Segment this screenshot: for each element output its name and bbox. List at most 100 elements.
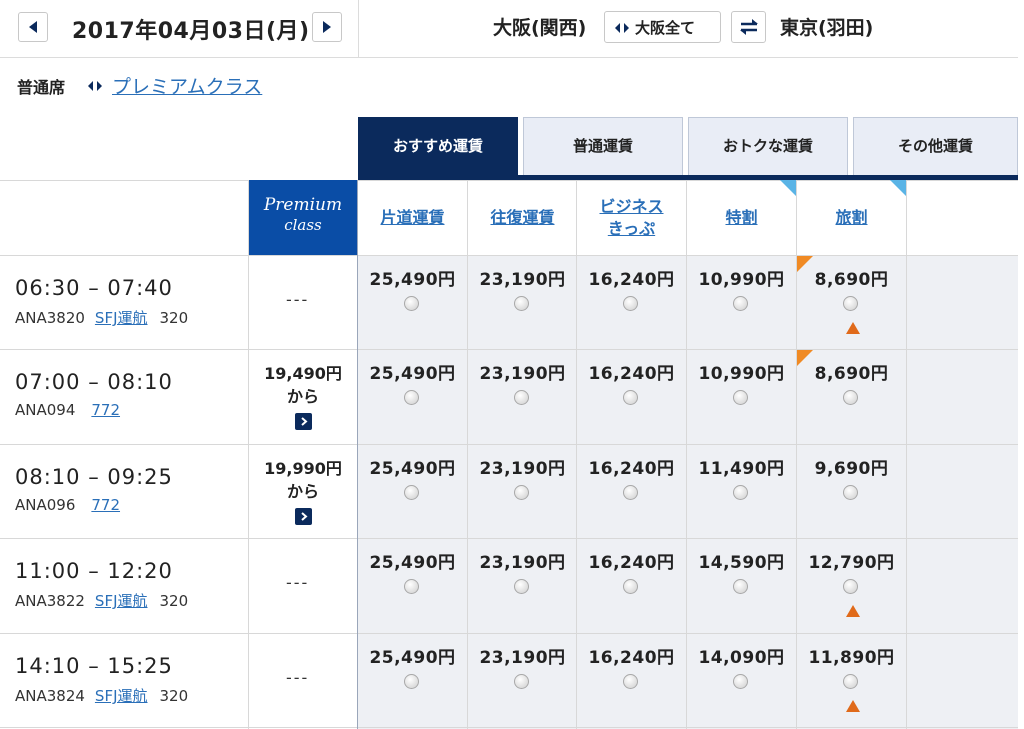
aircraft-type: 320 (159, 687, 189, 705)
fare-radio[interactable] (514, 674, 529, 689)
fare-radio[interactable] (623, 579, 638, 594)
flight-number: ANA3822 (15, 592, 85, 610)
premium-unavailable: --- (286, 668, 310, 687)
triangle-right-icon (323, 21, 331, 33)
fare-radio[interactable] (733, 296, 748, 311)
flight-info: ANA3820 SFJ運航 320 (15, 307, 188, 328)
switch-arrows-icon (88, 81, 102, 91)
fare-radio[interactable] (733, 674, 748, 689)
fare-price: 14,590円 (698, 553, 785, 573)
fare-radio[interactable] (514, 296, 529, 311)
origin-all-label: 大阪全て (635, 19, 696, 37)
operator-link[interactable]: SFJ運航 (95, 687, 148, 705)
premium-header-line2: class (284, 216, 322, 234)
operator-link[interactable]: SFJ運航 (95, 309, 148, 327)
info-corner-mark (890, 180, 906, 196)
tab-recommended-fare[interactable]: おすすめ運賃 (358, 117, 518, 175)
fare-flag-mark (797, 350, 813, 366)
fare-radio[interactable] (514, 485, 529, 500)
fare-radio[interactable] (514, 579, 529, 594)
origin-all-button[interactable]: 大阪全て (604, 11, 721, 43)
fare-radio[interactable] (623, 485, 638, 500)
fare-header-label: 片道運賃 (380, 207, 445, 227)
fare-price: 25,490円 (369, 364, 456, 384)
fare-price: 10,990円 (698, 364, 785, 384)
fare-radio[interactable] (733, 579, 748, 594)
fare-price: 16,240円 (588, 459, 675, 479)
swap-route-button[interactable] (731, 11, 766, 43)
fare-price: 23,190円 (479, 364, 566, 384)
fare-column-header[interactable]: 片道運賃 (358, 180, 467, 255)
flight-info: ANA3824 SFJ運航 320 (15, 685, 188, 706)
flight-number: ANA096 (15, 496, 76, 514)
fare-price: 25,490円 (369, 270, 456, 290)
fare-price: 25,490円 (369, 459, 456, 479)
aircraft-type: 320 (159, 592, 189, 610)
tab-discount-fare[interactable]: おトクな運賃 (688, 117, 848, 175)
fare-price: 16,240円 (588, 648, 675, 668)
fare-radio[interactable] (733, 390, 748, 405)
flight-info: ANA3822 SFJ運航 320 (15, 590, 188, 611)
next-day-button[interactable] (312, 12, 342, 42)
fare-radio[interactable] (623, 674, 638, 689)
fare-radio[interactable] (404, 296, 419, 311)
fare-price: 23,190円 (479, 459, 566, 479)
fare-radio[interactable] (843, 674, 858, 689)
fare-price: 12,790円 (808, 553, 895, 573)
fare-radio[interactable] (404, 390, 419, 405)
premium-header-line1: Premium (263, 195, 343, 215)
few-seats-warning-icon (846, 700, 860, 712)
fare-radio[interactable] (843, 579, 858, 594)
aircraft-type-link[interactable]: 772 (91, 401, 120, 419)
destination-airport: 東京(羽田) (780, 17, 874, 39)
fare-column-header[interactable]: ビジネス きっぷ (577, 180, 686, 255)
aircraft-type: 320 (159, 309, 189, 327)
prev-day-button[interactable] (18, 12, 48, 42)
premium-class-column-header: Premium class (249, 180, 357, 255)
fare-price: 23,190円 (479, 648, 566, 668)
fare-radio[interactable] (514, 390, 529, 405)
fare-price: 23,190円 (479, 270, 566, 290)
swap-arrows-icon (615, 23, 629, 33)
fare-radio[interactable] (404, 485, 419, 500)
divider (358, 0, 359, 57)
flight-number: ANA3820 (15, 309, 85, 327)
flight-time: 14:10 – 15:25 (15, 654, 173, 678)
fare-price: 16,240円 (588, 364, 675, 384)
info-corner-mark (780, 180, 796, 196)
fare-price: 23,190円 (479, 553, 566, 573)
fare-price: 8,690円 (814, 270, 889, 290)
premium-detail-button[interactable] (295, 508, 312, 525)
fare-radio[interactable] (404, 674, 419, 689)
premium-detail-button[interactable] (295, 413, 312, 430)
premium-from-label: から (286, 387, 319, 406)
fare-radio[interactable] (843, 485, 858, 500)
flight-number: ANA094 (15, 401, 76, 419)
premium-from-label: から (286, 482, 319, 501)
fare-price: 16,240円 (588, 270, 675, 290)
aircraft-type-link[interactable]: 772 (91, 496, 120, 514)
swap-icon (740, 19, 758, 35)
divider (0, 727, 1018, 728)
tab-other-fare[interactable]: その他運賃 (853, 117, 1018, 175)
fare-radio[interactable] (623, 390, 638, 405)
premium-unavailable: --- (286, 290, 310, 309)
fare-header-label: 特割 (725, 207, 758, 227)
fare-radio[interactable] (623, 296, 638, 311)
fare-header-label: ビジネス (599, 196, 664, 216)
fare-column-header[interactable]: 往復運賃 (468, 180, 577, 255)
tab-normal-fare[interactable]: 普通運賃 (523, 117, 683, 175)
triangle-left-icon (29, 21, 37, 33)
fare-radio[interactable] (404, 579, 419, 594)
flight-time: 08:10 – 09:25 (15, 465, 173, 489)
flight-time: 11:00 – 12:20 (15, 559, 173, 583)
few-seats-warning-icon (846, 322, 860, 334)
flight-time: 06:30 – 07:40 (15, 276, 173, 300)
fare-radio[interactable] (843, 296, 858, 311)
premium-class-link[interactable]: プレミアムクラス (112, 72, 262, 99)
operator-link[interactable]: SFJ運航 (95, 592, 148, 610)
fare-radio[interactable] (843, 390, 858, 405)
flight-info: ANA094 772 (15, 401, 120, 419)
fare-price: 14,090円 (698, 648, 785, 668)
fare-radio[interactable] (733, 485, 748, 500)
